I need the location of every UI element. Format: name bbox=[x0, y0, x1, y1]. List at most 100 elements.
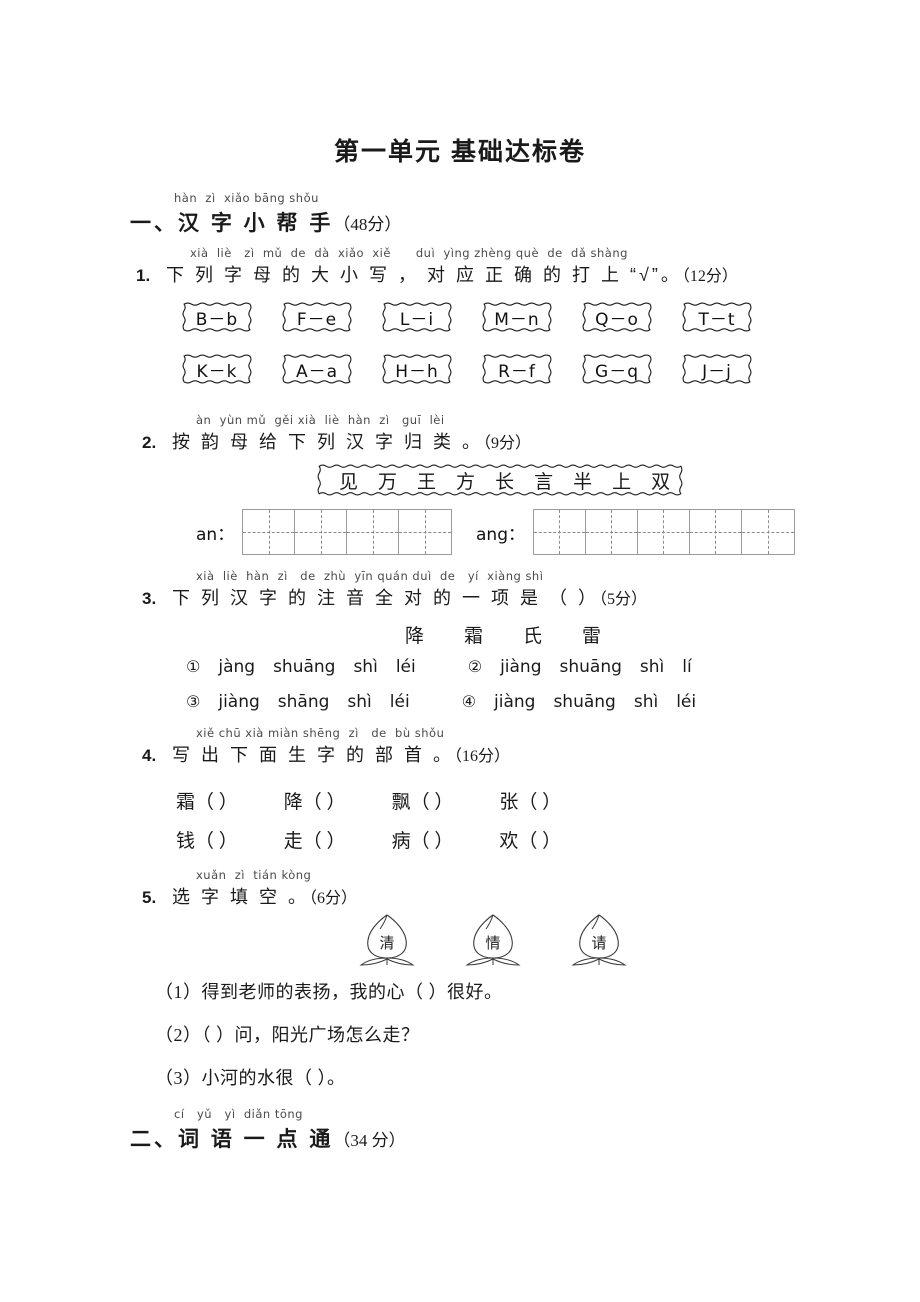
letter-pair-row-1: B－b F－e L－i M－n Q－o T－t bbox=[181, 301, 753, 333]
question-5-sentence-1: （1）得到老师的表扬，我的心（ ）很好。 bbox=[155, 982, 503, 1002]
question-1-points: （12分） bbox=[681, 267, 738, 285]
group-an-label: an： bbox=[196, 524, 235, 545]
radical-item: 欢（ ） bbox=[499, 826, 561, 853]
radical-answer-blank[interactable]: （ ） bbox=[411, 792, 454, 813]
letter-pair-box[interactable]: G－q bbox=[581, 353, 653, 385]
question-3-option[interactable]: ④ jiàng shuāng shì léi bbox=[462, 692, 696, 712]
question-3-character: 降 bbox=[405, 626, 427, 647]
radical-character: 走 bbox=[283, 831, 303, 852]
leaf-character: 请 bbox=[591, 936, 607, 952]
question-3-character: 雷 bbox=[582, 626, 604, 647]
letter-pair-label: J－j bbox=[702, 361, 732, 382]
question-1-text: 下 列 字 母 的 大 小 写 ， 对 应 正 确 的 打 上 “√”。 bbox=[166, 264, 682, 285]
character-bank-item: 半 bbox=[573, 471, 595, 493]
answer-cell[interactable] bbox=[295, 510, 348, 554]
radical-answer-blank[interactable]: （ ） bbox=[195, 792, 238, 813]
radical-answer-blank[interactable]: （ ） bbox=[411, 831, 454, 852]
question-4-text: 写 出 下 面 生 字 的 部 首 。 bbox=[172, 744, 455, 765]
radical-answer-blank[interactable]: （ ） bbox=[303, 831, 346, 852]
letter-pair-box[interactable]: R－f bbox=[481, 353, 553, 385]
option-syllable: shì bbox=[347, 692, 372, 712]
option-marker: ③ bbox=[186, 692, 201, 711]
option-syllable: jiàng bbox=[218, 692, 260, 712]
answer-cell[interactable] bbox=[689, 510, 742, 554]
answer-grid-an[interactable] bbox=[242, 509, 453, 555]
answer-cell[interactable] bbox=[399, 510, 452, 554]
question-4-pinyin: xiě chū xià miàn shēng zì de bù shǒu bbox=[196, 726, 445, 740]
radical-character: 张 bbox=[499, 792, 519, 813]
radical-item: 走（ ） bbox=[284, 826, 346, 853]
radical-item: 病（ ） bbox=[392, 826, 454, 853]
leaf-character: 清 bbox=[379, 936, 395, 952]
radical-answer-blank[interactable]: （ ） bbox=[518, 831, 561, 852]
answer-cell[interactable] bbox=[741, 510, 794, 554]
leaf-choice[interactable]: 情 bbox=[462, 912, 524, 968]
section-1-points: （48分） bbox=[333, 214, 402, 234]
question-3-option[interactable]: ③ jiàng shāng shì léi bbox=[186, 692, 410, 712]
letter-pair-label: R－f bbox=[498, 361, 536, 382]
option-marker: ④ bbox=[461, 692, 477, 711]
letter-pair-box[interactable]: H－h bbox=[381, 353, 453, 385]
option-syllable: shuāng bbox=[553, 692, 616, 712]
question-5-points: （6分） bbox=[309, 889, 358, 907]
question-4-number: 4. bbox=[142, 745, 157, 765]
answer-cell[interactable] bbox=[243, 510, 296, 554]
radical-answer-blank[interactable]: （ ） bbox=[518, 792, 561, 813]
letter-pair-box[interactable]: F－e bbox=[281, 301, 353, 333]
question-5-pinyin: xuǎn zì tián kòng bbox=[196, 868, 312, 882]
answer-cell[interactable] bbox=[637, 510, 690, 554]
option-syllable: léi bbox=[389, 692, 410, 712]
letter-pair-box[interactable]: T－t bbox=[681, 301, 753, 333]
question-1-prompt: 1. 下 列 字 母 的 大 小 写 ， 对 应 正 确 的 打 上 “√”。（1… bbox=[136, 261, 738, 287]
leaf-choice[interactable]: 清 bbox=[356, 912, 418, 968]
letter-pair-box[interactable]: L－i bbox=[381, 301, 453, 333]
radical-character: 降 bbox=[283, 792, 303, 813]
section-1-index: 一、 bbox=[130, 211, 178, 235]
letter-pair-label: L－i bbox=[399, 309, 435, 330]
question-2-character-bank: 见万王方长言半上双 bbox=[316, 463, 684, 497]
character-bank-item: 王 bbox=[417, 471, 439, 493]
question-2-group-ang: ang： bbox=[476, 509, 795, 555]
section-2-title: 词 语 一 点 通 bbox=[178, 1127, 334, 1151]
letter-pair-label: Q－o bbox=[595, 309, 639, 330]
question-5: xuǎn zì tián kòng 5. 选 字 填 空 。（6分） bbox=[142, 869, 357, 909]
question-3-option[interactable]: ① jàng shuāng shì léi bbox=[186, 657, 416, 677]
question-3-prompt: 3. 下 列 汉 字 的 注 音 全 对 的 一 项 是 （ ）（5分） bbox=[142, 584, 647, 610]
answer-cell[interactable] bbox=[533, 510, 586, 554]
option-syllable: jàng bbox=[218, 657, 256, 677]
question-4-row-2: 钱（ ）走（ ）病（ ）欢（ ） bbox=[176, 826, 561, 853]
question-4-prompt: 4. 写 出 下 面 生 字 的 部 首 。（16分） bbox=[142, 741, 510, 767]
letter-pair-box[interactable]: B－b bbox=[181, 301, 253, 333]
letter-pair-box[interactable]: M－n bbox=[481, 301, 553, 333]
character-bank-item: 见 bbox=[339, 471, 361, 493]
leaf-choice[interactable]: 请 bbox=[568, 912, 630, 968]
letter-pair-box[interactable]: K－k bbox=[181, 353, 253, 385]
letter-pair-box[interactable]: Q－o bbox=[581, 301, 653, 333]
letter-pair-label: B－b bbox=[195, 309, 239, 330]
answer-grid-ang[interactable] bbox=[532, 509, 795, 555]
option-syllable: jiàng bbox=[500, 657, 542, 677]
question-2-group-an: an： bbox=[196, 509, 453, 555]
letter-pair-row-2: K－k A－a H－h R－f G－q J－j bbox=[181, 353, 753, 385]
letter-pair-box[interactable]: A－a bbox=[281, 353, 353, 385]
question-3-character: 氏 bbox=[523, 626, 545, 647]
radical-answer-blank[interactable]: （ ） bbox=[303, 792, 346, 813]
answer-cell[interactable] bbox=[347, 510, 400, 554]
question-1: xià liè zì mǔ de dà xiǎo xiě duì yìng zh… bbox=[136, 247, 738, 287]
question-4-row-1: 霜（ ）降（ ）飘（ ）张（ ） bbox=[176, 787, 561, 814]
letter-pair-box[interactable]: J－j bbox=[681, 353, 753, 385]
answer-cell[interactable] bbox=[585, 510, 638, 554]
question-3-option-row-1: ① jàng shuāng shì léi ② jiàng shuāng shì lí bbox=[186, 657, 692, 677]
section-2-line: 二、词 语 一 点 通（34 分） bbox=[130, 1123, 406, 1153]
character-bank-item: 双 bbox=[651, 471, 673, 493]
question-3-number: 3. bbox=[142, 588, 157, 608]
option-syllable: jiàng bbox=[494, 692, 536, 712]
radical-character: 欢 bbox=[499, 831, 519, 852]
section-header-1: hàn zì xiǎo bāng shǒu 一、汉 字 小 帮 手（48分） bbox=[130, 192, 401, 237]
question-3-option[interactable]: ② jiàng shuāng shì lí bbox=[468, 657, 692, 677]
radical-answer-blank[interactable]: （ ） bbox=[195, 831, 238, 852]
question-2-number: 2. bbox=[142, 432, 157, 452]
question-1-pinyin: xià liè zì mǔ de dà xiǎo xiě duì yìng zh… bbox=[190, 246, 628, 260]
letter-pair-label: T－t bbox=[698, 309, 736, 330]
question-4: xiě chū xià miàn shēng zì de bù shǒu 4. 写… bbox=[142, 727, 510, 767]
